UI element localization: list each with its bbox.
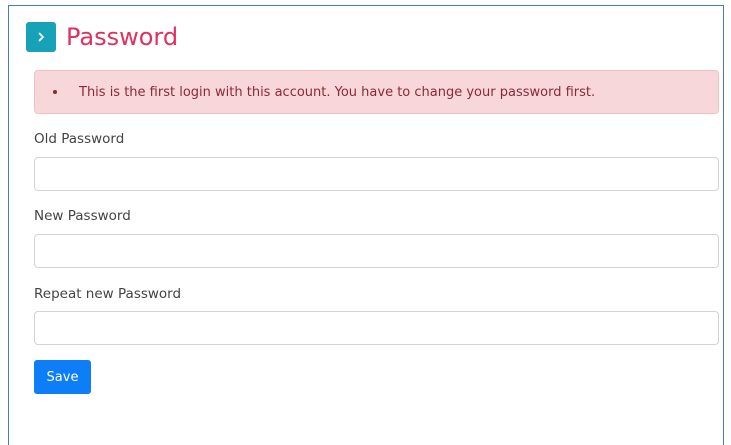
save-button[interactable]: Save — [34, 360, 91, 394]
page-header: Password — [26, 20, 178, 54]
repeat-password-input[interactable] — [34, 311, 719, 345]
chevron-right-icon[interactable] — [26, 22, 56, 52]
repeat-password-label: Repeat new Password — [34, 286, 182, 302]
first-login-alert: This is the first login with this accoun… — [34, 70, 719, 114]
new-password-input[interactable] — [34, 234, 719, 268]
page-title: Password — [66, 23, 179, 51]
old-password-input[interactable] — [34, 157, 719, 191]
alert-message: This is the first login with this accoun… — [79, 84, 596, 100]
bullet-icon — [53, 90, 57, 94]
new-password-label: New Password — [34, 208, 131, 224]
old-password-label: Old Password — [34, 131, 125, 147]
